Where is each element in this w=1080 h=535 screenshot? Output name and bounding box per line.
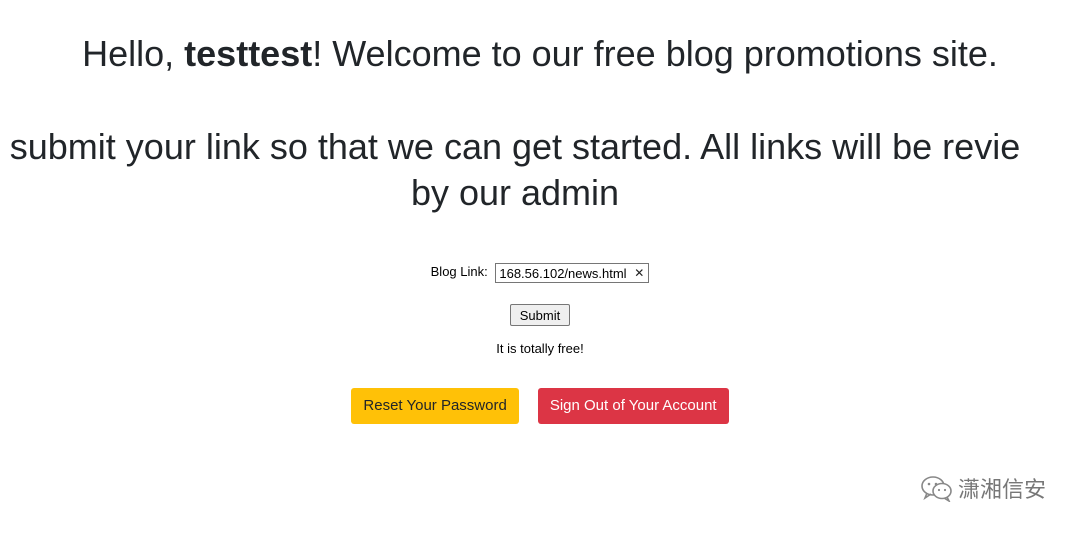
blog-link-field[interactable]: ✕ — [495, 262, 650, 283]
blog-link-input[interactable] — [496, 264, 634, 283]
watermark-text: 潇湘信安 — [957, 477, 1046, 502]
greeting-heading: Hello, testtest! Welcome to our free blo… — [0, 32, 1080, 76]
username: testtest — [184, 33, 313, 74]
wechat-icon — [920, 474, 954, 502]
free-note: It is totally free! — [496, 341, 584, 356]
sign-out-button[interactable]: Sign Out of Your Account — [537, 388, 729, 424]
submit-button[interactable]: Submit — [509, 304, 571, 326]
instructions-line-1: submit your link so that we can get star… — [9, 126, 1021, 167]
watermark: 潇湘信安 — [920, 472, 1046, 504]
greeting-prefix: Hello, — [82, 33, 185, 74]
account-actions: Reset Your Password Sign Out of Your Acc… — [0, 388, 1080, 424]
submit-row: Submit — [0, 304, 1080, 326]
blog-link-form: Blog Link: ✕ — [0, 262, 1080, 283]
greeting-suffix: ! Welcome to our free blog promotions si… — [312, 33, 998, 74]
instructions-heading: submit your link so that we can get star… — [0, 124, 1080, 216]
clear-icon[interactable]: ✕ — [634, 264, 644, 282]
blog-link-label: Blog Link: — [430, 264, 488, 279]
instructions-line-2: by our admin — [410, 172, 620, 213]
reset-password-button[interactable]: Reset Your Password — [351, 388, 519, 424]
page: Hello, testtest! Welcome to our free blo… — [0, 0, 1080, 535]
